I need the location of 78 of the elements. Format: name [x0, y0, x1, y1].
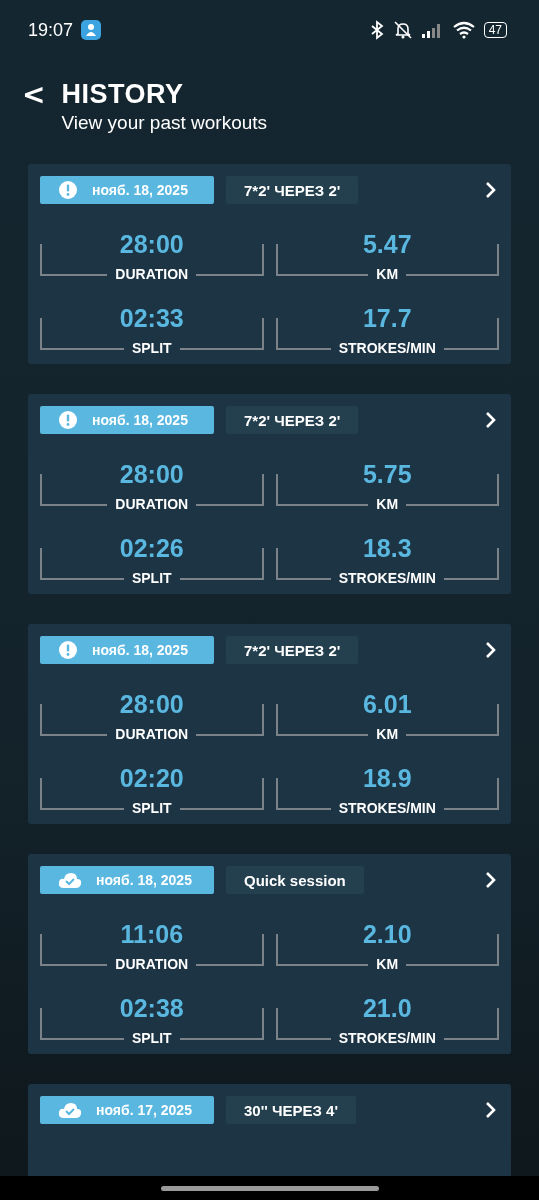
bracket-line: [40, 244, 108, 276]
stat-label: SPLIT: [130, 800, 173, 816]
workout-name: 30'' ЧЕРЕЗ 4': [226, 1096, 356, 1124]
date-badge: нояб. 18, 2025: [40, 406, 214, 434]
workout-card[interactable]: нояб. 18, 2025 7*2' ЧЕРЕЗ 2' 28:00 DURATION 5.47 KM 02:33 SPLIT 17.7 STROKES/MIN: [28, 164, 511, 364]
workout-card[interactable]: нояб. 18, 2025 7*2' ЧЕРЕЗ 2' 28:00 DURATION 5.75 KM 02:26 SPLIT 18.3 STROKES/MIN: [28, 394, 511, 594]
stat-value: 5.75: [361, 460, 413, 488]
page-title: HISTORY: [61, 78, 185, 110]
workout-card[interactable]: нояб. 18, 2025 7*2' ЧЕРЕЗ 2' 28:00 DURATION 6.01 KM 02:20 SPLIT 18.9 STROKES/MIN: [28, 624, 511, 824]
muted-bell-icon: [391, 20, 414, 40]
stat-value: 21.0: [361, 994, 413, 1022]
bracket-line: [275, 548, 331, 580]
page-subtitle: View your past workouts: [61, 111, 268, 135]
stat-label: DURATION: [114, 266, 190, 282]
bracket-line: [40, 934, 108, 966]
date-badge: нояб. 18, 2025: [40, 636, 214, 664]
stat-value: 11:06: [119, 920, 185, 948]
bracket-line: [196, 474, 264, 506]
workout-name: Quick session: [226, 866, 364, 894]
workout-name: 7*2' ЧЕРЕЗ 2': [226, 636, 359, 664]
stat-label: DURATION: [114, 956, 190, 972]
stat-value: 02:38: [118, 994, 185, 1022]
stat-label: SPLIT: [130, 570, 173, 586]
stat-label: KM: [375, 266, 400, 282]
bracket-line: [196, 704, 264, 736]
app-icon: [81, 20, 102, 40]
stat-value: 18.9: [361, 764, 413, 792]
chevron-right-icon[interactable]: [485, 411, 497, 429]
bracket-line: [443, 318, 499, 350]
stat-value: 6.01: [361, 690, 413, 718]
workout-name: 7*2' ЧЕРЕЗ 2': [226, 176, 359, 204]
stat-label: KM: [375, 956, 400, 972]
stat-label: SPLIT: [130, 340, 173, 356]
stat-label: SPLIT: [130, 1030, 173, 1046]
battery-indicator: 47: [483, 22, 507, 38]
stat-label: KM: [375, 496, 400, 512]
date-badge: нояб. 18, 2025: [40, 176, 214, 204]
stat-value: 02:20: [118, 764, 185, 792]
date-badge: нояб. 17, 2025: [40, 1096, 214, 1124]
stat-label: STROKES/MIN: [337, 340, 437, 356]
bracket-line: [196, 934, 264, 966]
stat-value: 17.7: [361, 304, 413, 332]
bracket-line: [40, 704, 108, 736]
stat-value: 2.10: [361, 920, 413, 948]
stat-label: DURATION: [114, 496, 190, 512]
bluetooth-icon: [369, 20, 384, 40]
workout-name: 7*2' ЧЕРЕЗ 2': [226, 406, 359, 434]
chevron-right-icon[interactable]: [485, 641, 497, 659]
stat-value: 02:33: [118, 304, 185, 332]
stat-label: STROKES/MIN: [337, 1030, 437, 1046]
wifi-icon: [451, 21, 476, 39]
bracket-line: [275, 778, 331, 810]
bracket-line: [275, 1008, 331, 1040]
bracket-line: [40, 474, 108, 506]
chevron-right-icon[interactable]: [485, 871, 497, 889]
bracket-line: [443, 548, 499, 580]
bracket-line: [443, 1008, 499, 1040]
date-badge: нояб. 18, 2025: [40, 866, 214, 894]
stat-label: KM: [375, 726, 400, 742]
bracket-line: [443, 778, 499, 810]
stat-value: 02:26: [118, 534, 185, 562]
stat-label: STROKES/MIN: [337, 800, 437, 816]
back-button[interactable]: <: [22, 80, 46, 110]
bracket-line: [275, 318, 331, 350]
home-indicator[interactable]: [160, 1185, 379, 1191]
chevron-right-icon[interactable]: [485, 1101, 497, 1119]
stat-value: 28:00: [118, 690, 185, 718]
workout-card[interactable]: нояб. 18, 2025 Quick session 11:06 DURATION 2.10 KM 02:38 SPLIT 21.0 STROKES/MIN: [28, 854, 511, 1054]
chevron-right-icon[interactable]: [485, 181, 497, 199]
stat-label: DURATION: [114, 726, 190, 742]
stat-value: 5.47: [361, 230, 413, 258]
stat-value: 18.3: [361, 534, 413, 562]
workout-card[interactable]: нояб. 17, 2025 30'' ЧЕРЕЗ 4': [28, 1084, 511, 1176]
status-time: 19:07: [28, 19, 74, 41]
bracket-line: [196, 244, 264, 276]
stat-value: 28:00: [118, 230, 185, 258]
stat-label: STROKES/MIN: [337, 570, 437, 586]
stat-value: 28:00: [118, 460, 185, 488]
